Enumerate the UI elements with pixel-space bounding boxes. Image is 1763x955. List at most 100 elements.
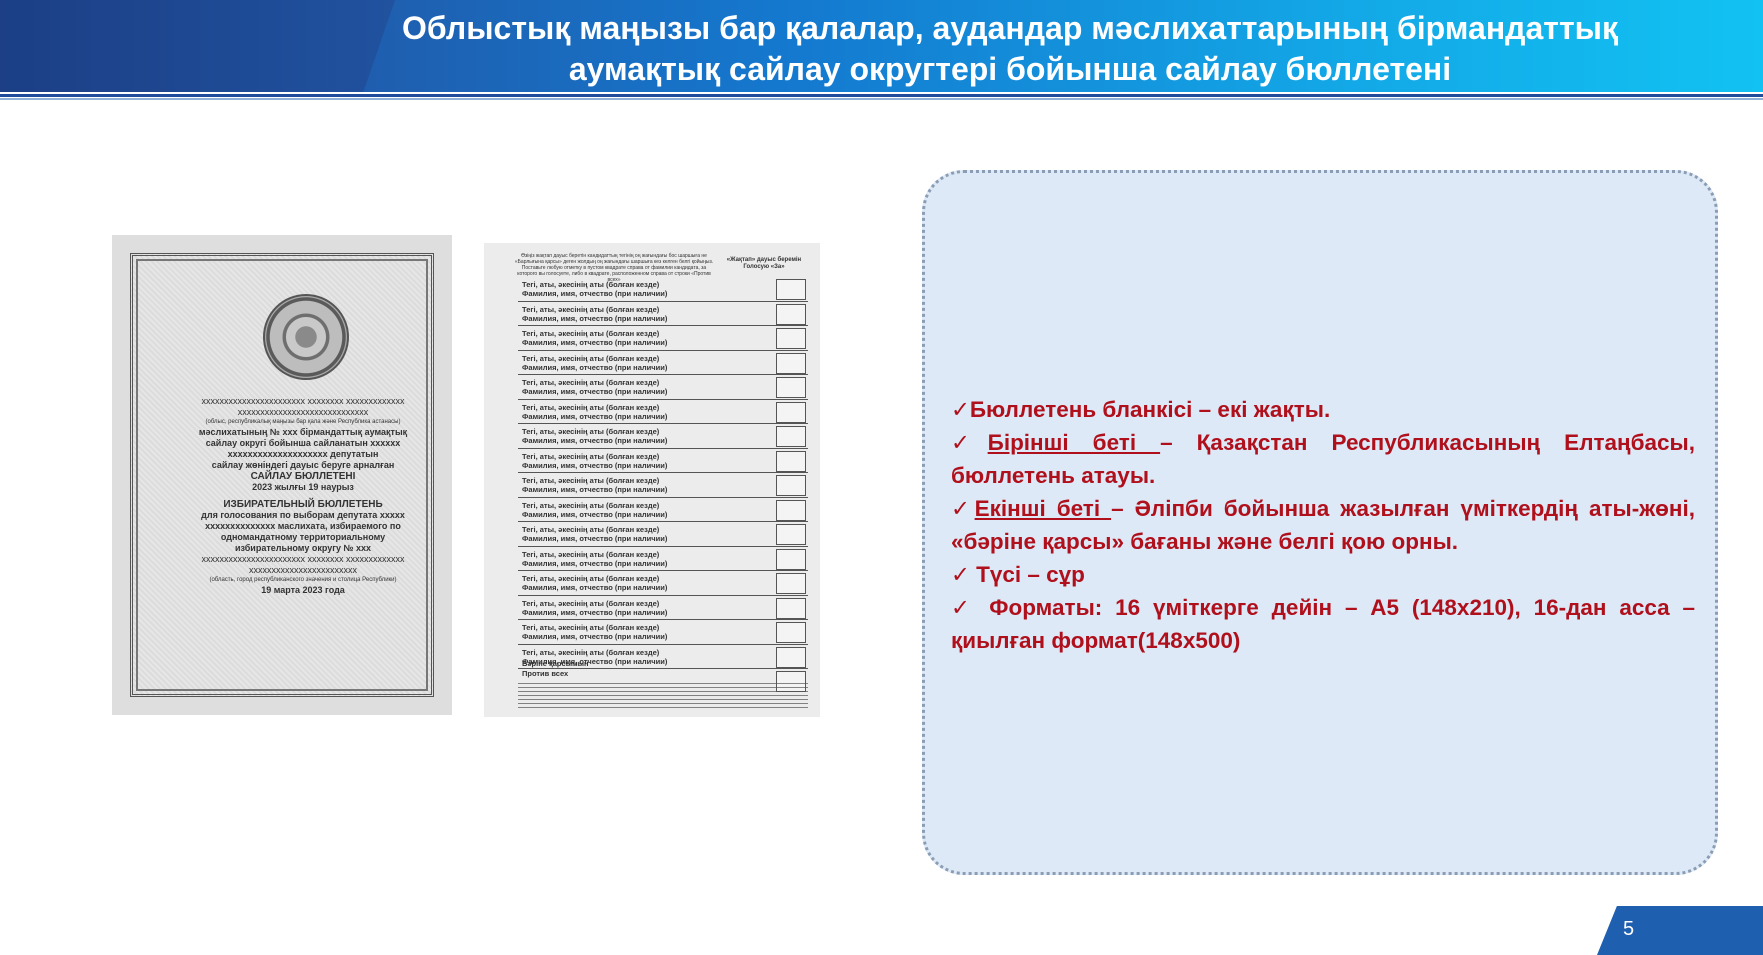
candidate-label-ru: Фамилия, имя, отчество (при наличии) <box>522 289 668 298</box>
vote-checkbox <box>776 328 806 349</box>
ballot-front-line: ИЗБИРАТЕЛЬНЫЙ БЮЛЛЕТЕНЬ <box>223 499 383 510</box>
title-banner: Облыстық маңызы бар қалалар, аудандар мә… <box>0 0 1763 92</box>
vote-checkbox <box>776 303 806 325</box>
candidate-label-kk: Тегі, аты, әкесінің аты (болған кезде) <box>522 280 660 289</box>
info-item-text: Форматы: 16 үміткерге дейін – А5 (148х21… <box>951 595 1695 653</box>
candidate-label-ru: Фамилия, имя, отчество (при наличии) <box>522 509 668 519</box>
ballot-front-line: хххххххххххххх маслихата, избираемого по <box>205 521 401 531</box>
against-all-kk: Бәріне қарсымын <box>522 659 589 668</box>
vote-checkbox <box>776 499 806 521</box>
candidate-label-kk: Тегі, аты, әкесінің аты (болған кезде) <box>522 304 660 314</box>
candidate-label-kk: Тегі, аты, әкесінің аты (болған кезде) <box>522 378 660 387</box>
candidate-row: Тегі, аты, әкесінің аты (болған кезде) Фа… <box>518 375 808 400</box>
ballot-front-line: хххххххххххххххххххххххх <box>249 565 357 575</box>
vote-checkbox <box>776 548 806 570</box>
vote-checkbox <box>776 426 806 447</box>
ballot-front-line: (область, город республиканского значени… <box>209 577 397 583</box>
candidate-label-kk: Тегі, аты, әкесінің аты (болған кезде) <box>522 623 660 632</box>
candidate-label-ru: Фамилия, имя, отчество (при наличии) <box>522 485 668 494</box>
candidate-row: Тегі, аты, әкесінің аты (болған кезде) Фа… <box>518 424 808 449</box>
info-item-text: Түсі – сұр <box>969 562 1085 587</box>
candidate-label-kk: Тегі, аты, әкесінің аты (болған кезде) <box>522 647 660 657</box>
candidate-label-ru: Фамилия, имя, отчество (при наличии) <box>522 583 668 592</box>
candidate-label-ru: Фамилия, имя, отчество (при наличии) <box>522 534 668 543</box>
ballot-front-line: 2023 жылғы 19 наурыз <box>252 482 354 492</box>
slide-title: Облыстық маңызы бар қалалар, аудандар мә… <box>360 8 1660 90</box>
info-item-lead: Бірінші беті <box>987 430 1161 455</box>
candidate-row: Тегі, аты, әкесінің аты (болған кезде) Фа… <box>518 351 808 375</box>
candidate-label-ru: Фамилия, имя, отчество (при наличии) <box>522 460 668 470</box>
header-divider-thin <box>0 98 1763 100</box>
candidate-label-kk: Тегі, аты, әкесінің аты (болған кезде) <box>522 402 660 412</box>
info-item: ✓Екінші беті – Әліпби бойынша жазылған ү… <box>951 492 1695 558</box>
vote-checkbox <box>776 450 806 472</box>
check-icon: ✓ <box>951 496 975 521</box>
ballot-front-line: сайлау жөніндегі дауыс беруге арналған <box>211 460 395 470</box>
info-item-text: Бюллетень бланкісі – екі жақты. <box>969 397 1331 422</box>
ballot-front-line: одномандатному территориальному <box>220 532 386 542</box>
candidate-row: Тегі, аты, әкесінің аты (болған кезде) Фа… <box>518 302 808 326</box>
candidate-label-kk: Тегі, аты, әкесінің аты (болған кезде) <box>522 427 660 436</box>
candidate-label-kk: Тегі, аты, әкесінің аты (болған кезде) <box>522 500 660 510</box>
ballot-front-line: сайлау округі бойынша сайланатын хххххх <box>205 438 401 448</box>
slide-title-line-1: Облыстық маңызы бар қалалар, аудандар мә… <box>402 10 1618 46</box>
ballot-front-line: САЙЛАУ БЮЛЛЕТЕНІ <box>250 471 356 482</box>
vote-checkbox <box>776 573 806 594</box>
ballot-front-line: хххххххххххххххххххх депутатын <box>227 449 379 459</box>
ballot-front-line: ххххххххххххххххххххххх хххххххх ххххххх… <box>201 396 405 406</box>
against-all-label: Бәріне қарсымын Против всех <box>522 659 589 679</box>
candidate-rows: Тегі, аты, әкесінің аты (болған кезде) Фа… <box>518 277 808 692</box>
candidate-label-ru: Фамилия, имя, отчество (при наличии) <box>522 411 668 421</box>
ballot-back-vote-header: «Жақтап» дауыс беремін Голосую «За» <box>714 257 814 271</box>
candidate-label-kk: Тегі, аты, әкесінің аты (болған кезде) <box>522 549 660 559</box>
candidate-label-kk: Тегі, аты, әкесінің аты (болған кезде) <box>522 525 660 534</box>
vote-checkbox <box>776 597 806 619</box>
info-list: ✓Бюллетень бланкісі – екі жақты. ✓Бірінш… <box>951 393 1695 657</box>
candidate-row: Тегі, аты, әкесінің аты (болған кезде) Фа… <box>518 596 808 620</box>
vote-checkbox <box>776 524 806 545</box>
candidate-row: Тегі, аты, әкесінің аты (болған кезде) Фа… <box>518 498 808 522</box>
vote-checkbox <box>776 352 806 374</box>
ballot-front-line: для голосования по выборам депутата хххх… <box>201 510 405 520</box>
banner-shade <box>0 0 395 92</box>
vote-checkbox <box>776 377 806 398</box>
check-icon: ✓ <box>951 430 988 455</box>
candidate-label-ru: Фамилия, имя, отчество (при наличии) <box>522 387 668 396</box>
candidate-label-ru: Фамилия, имя, отчество (при наличии) <box>522 436 668 445</box>
header-divider <box>0 94 1763 97</box>
info-item: ✓Бірінші беті – Қазақстан Республикасыны… <box>951 426 1695 492</box>
page-number-badge: 5 <box>1597 906 1763 955</box>
vote-checkbox <box>776 475 806 496</box>
page-number: 5 <box>1623 918 1635 940</box>
ballot-front-line: избирательному округу № ххх <box>234 543 372 553</box>
candidate-label-kk: Тегі, аты, әкесінің аты (болған кезде) <box>522 476 660 485</box>
candidate-row: Тегі, аты, әкесінің аты (болған кезде) Фа… <box>518 571 808 596</box>
candidate-label-kk: Тегі, аты, әкесінің аты (болған кезде) <box>522 353 660 363</box>
against-all-ru: Против всех <box>522 669 569 678</box>
state-emblem-icon <box>263 294 349 380</box>
vote-checkbox <box>776 646 806 668</box>
candidate-label-ru: Фамилия, имя, отчество (при наличии) <box>522 313 668 323</box>
candidate-label-ru: Фамилия, имя, отчество (при наличии) <box>522 607 668 617</box>
candidate-label-ru: Фамилия, имя, отчество (при наличии) <box>522 558 668 568</box>
ballot-front-line: (облыс, республикалық маңызы бар қала жә… <box>205 419 401 425</box>
candidate-row: Тегі, аты, әкесінің аты (болған кезде) Фа… <box>518 326 808 351</box>
check-icon: ✓ <box>951 595 977 620</box>
candidate-label-kk: Тегі, аты, әкесінің аты (болған кезде) <box>522 329 660 338</box>
ballot-front-line: 19 марта 2023 года <box>261 585 345 595</box>
vote-for-ru: Голосую «За» <box>743 264 785 270</box>
vote-for-kk: «Жақтап» дауыс беремін <box>726 257 802 263</box>
info-item-lead: Екінші беті <box>974 496 1112 521</box>
slide-title-line-2: аумақтық сайлау округтері бойынша сайлау… <box>568 51 1452 87</box>
vote-checkbox <box>776 279 806 300</box>
candidate-label-ru: Фамилия, имя, отчество (при наличии) <box>522 632 668 641</box>
info-item: ✓Бюллетень бланкісі – екі жақты. <box>951 393 1695 426</box>
candidate-row: Тегі, аты, әкесінің аты (болған кезде) Фа… <box>518 547 808 571</box>
vote-checkbox <box>776 401 806 423</box>
check-icon: ✓ <box>951 562 970 587</box>
ballot-back-footnote <box>518 683 808 711</box>
ballot-front-line: мәслихатының № ххх бірмандаттық аумақтық <box>198 427 408 437</box>
ballot-front-line: ххххххххххххххххххххххххххххх <box>237 407 369 417</box>
candidate-label-ru: Фамилия, имя, отчество (при наличии) <box>522 362 668 372</box>
candidate-row: Тегі, аты, әкесінің аты (болған кезде) Фа… <box>518 277 808 302</box>
